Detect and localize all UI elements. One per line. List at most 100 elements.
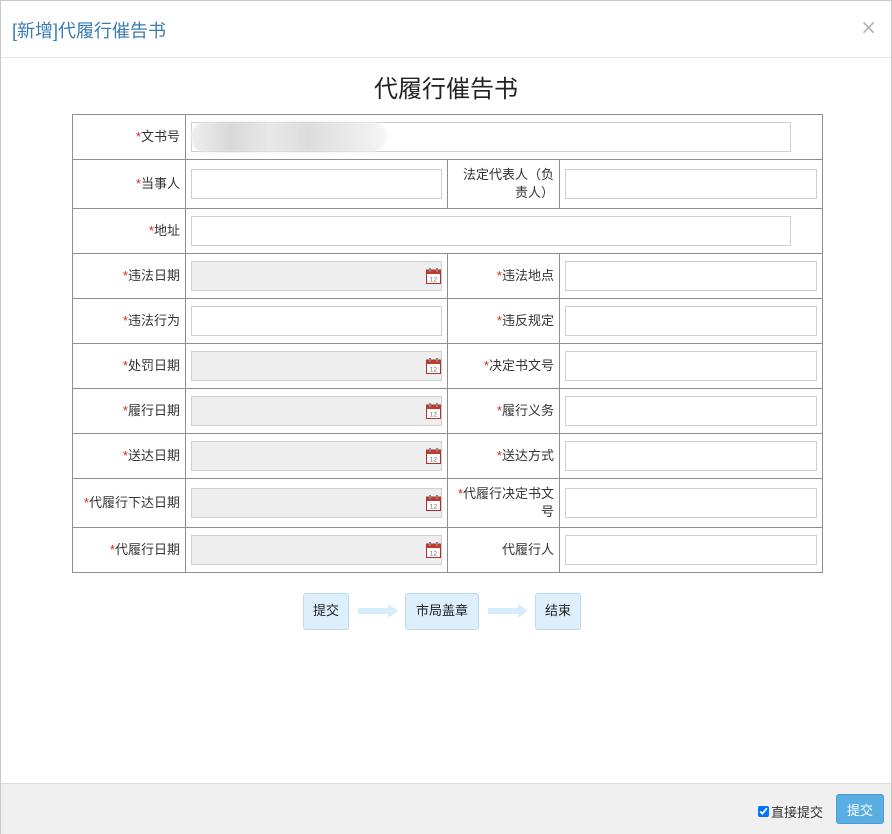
modal-dialog: [新增]代履行催告书 × 代履行催告书 *文书号 *当事人 法定代表人（负责人）: [0, 0, 892, 834]
label-proxy-issue-date: 代履行下达日期: [88, 495, 180, 510]
field-cell: [185, 159, 448, 209]
field-cell: [184, 114, 824, 160]
date-picker: 12: [191, 535, 442, 565]
calendar-icon[interactable]: 12: [426, 448, 441, 464]
label-deliver-date: 送达日期: [127, 448, 180, 463]
deliver-date-input[interactable]: [191, 441, 442, 471]
field-cell: 12: [185, 527, 448, 573]
form-row: *代履行日期 12 代履行人: [72, 527, 824, 573]
label-violated-rule: 违反规定: [501, 313, 554, 328]
label-legal-rep: 法定代表人（负责人）: [462, 167, 554, 200]
field-label: *违法地点: [447, 253, 560, 299]
label-proxy-decision-no: 代履行决定书文号: [462, 486, 554, 519]
modal-footer: 直接提交 提交: [1, 783, 891, 834]
calendar-icon[interactable]: 12: [426, 542, 441, 558]
calendar-icon[interactable]: 12: [426, 495, 441, 511]
field-cell: [558, 253, 824, 299]
field-cell: 12: [185, 253, 448, 299]
form-row: *违法日期 12 *违法地点: [72, 253, 824, 299]
field-cell: [558, 388, 824, 434]
form-row: *送达日期 12 *送达方式: [72, 433, 824, 479]
field-cell: 12: [185, 433, 448, 479]
label-proxy-date: 代履行日期: [114, 542, 180, 557]
violation-place-input[interactable]: [565, 261, 818, 291]
svg-text:12: 12: [430, 412, 438, 419]
field-label: *文书号: [72, 114, 186, 160]
arrow-right-icon: [358, 604, 398, 618]
direct-submit-label: 直接提交: [771, 806, 824, 821]
proxy-date-input[interactable]: [191, 535, 442, 565]
field-cell: [558, 343, 824, 389]
svg-text:12: 12: [430, 551, 438, 558]
field-cell: 12: [185, 478, 448, 528]
violated-rule-input[interactable]: [565, 306, 818, 336]
calendar-icon[interactable]: 12: [426, 358, 441, 374]
field-label: *违反规定: [447, 298, 560, 344]
field-label: 代履行人: [447, 527, 560, 573]
violation-act-input[interactable]: [191, 306, 442, 336]
field-label: *地址: [72, 208, 186, 254]
form-row: *违法行为 *违反规定: [72, 298, 824, 344]
perform-date-input[interactable]: [191, 396, 442, 426]
field-label: *处罚日期: [72, 343, 186, 389]
calendar-icon[interactable]: 12: [426, 268, 441, 284]
address-input[interactable]: [191, 216, 791, 246]
redacted-value: [191, 122, 386, 152]
field-label: *代履行决定书文号: [447, 478, 560, 528]
field-label: 法定代表人（负责人）: [447, 159, 560, 209]
date-picker: 12: [191, 488, 442, 518]
form-row: *处罚日期 12 *决定书文号: [72, 343, 824, 389]
decision-no-input[interactable]: [565, 351, 818, 381]
label-violation-place: 违法地点: [501, 268, 554, 283]
form-row: *地址: [72, 208, 824, 254]
label-perform-date: 履行日期: [127, 403, 180, 418]
proxy-decision-no-input[interactable]: [565, 488, 818, 518]
perform-duty-input[interactable]: [565, 396, 818, 426]
field-cell: [185, 298, 448, 344]
party-input[interactable]: [191, 169, 442, 199]
direct-submit-checkbox[interactable]: [758, 806, 769, 817]
document-title: 代履行催告书: [374, 75, 518, 103]
svg-text:12: 12: [430, 504, 438, 511]
workflow-steps: 提交 市局盖章 结束: [1, 593, 891, 630]
field-label: *送达方式: [447, 433, 560, 479]
date-picker: 12: [191, 396, 442, 426]
flow-step-stamp[interactable]: 市局盖章: [405, 593, 479, 630]
close-icon[interactable]: ×: [860, 15, 877, 39]
flow-step-end[interactable]: 结束: [535, 593, 581, 630]
field-cell: [184, 208, 824, 254]
field-label: *送达日期: [72, 433, 186, 479]
deliver-method-input[interactable]: [565, 441, 818, 471]
label-violation-date: 违法日期: [127, 268, 180, 283]
form-row: *当事人 法定代表人（负责人）: [72, 159, 824, 209]
modal-title: [新增]代履行催告书: [12, 21, 167, 41]
doc-no-wrap: [191, 122, 791, 152]
field-cell: [558, 527, 824, 573]
field-cell: [558, 298, 824, 344]
label-perform-duty: 履行义务: [501, 403, 554, 418]
modal-header: [新增]代履行催告书 ×: [1, 1, 891, 58]
violation-date-input[interactable]: [191, 261, 442, 291]
proxy-person-input[interactable]: [565, 535, 818, 565]
svg-text:12: 12: [430, 277, 438, 284]
flow-step-submit[interactable]: 提交: [303, 593, 349, 630]
field-cell: [558, 433, 824, 479]
form-row: *代履行下达日期 12 *代履行决定书文号: [72, 478, 824, 528]
submit-button[interactable]: 提交: [836, 794, 884, 824]
field-cell: [558, 159, 824, 209]
form-table: *文书号 *当事人 法定代表人（负责人） *地址 *违法日期 12 *违法地点: [72, 114, 824, 573]
label-decision-no: 决定书文号: [488, 358, 554, 373]
proxy-issue-date-input[interactable]: [191, 488, 442, 518]
calendar-icon[interactable]: 12: [426, 403, 441, 419]
date-picker: 12: [191, 351, 442, 381]
form-row: *履行日期 12 *履行义务: [72, 388, 824, 434]
field-cell: 12: [185, 388, 448, 434]
svg-text:12: 12: [430, 367, 438, 374]
field-label: *决定书文号: [447, 343, 560, 389]
direct-submit-option[interactable]: 直接提交: [758, 802, 823, 821]
penalty-date-input[interactable]: [191, 351, 442, 381]
label-violation-act: 违法行为: [127, 313, 180, 328]
legal-rep-input[interactable]: [565, 169, 818, 199]
arrow-right-icon: [488, 604, 528, 618]
label-penalty-date: 处罚日期: [127, 358, 180, 373]
